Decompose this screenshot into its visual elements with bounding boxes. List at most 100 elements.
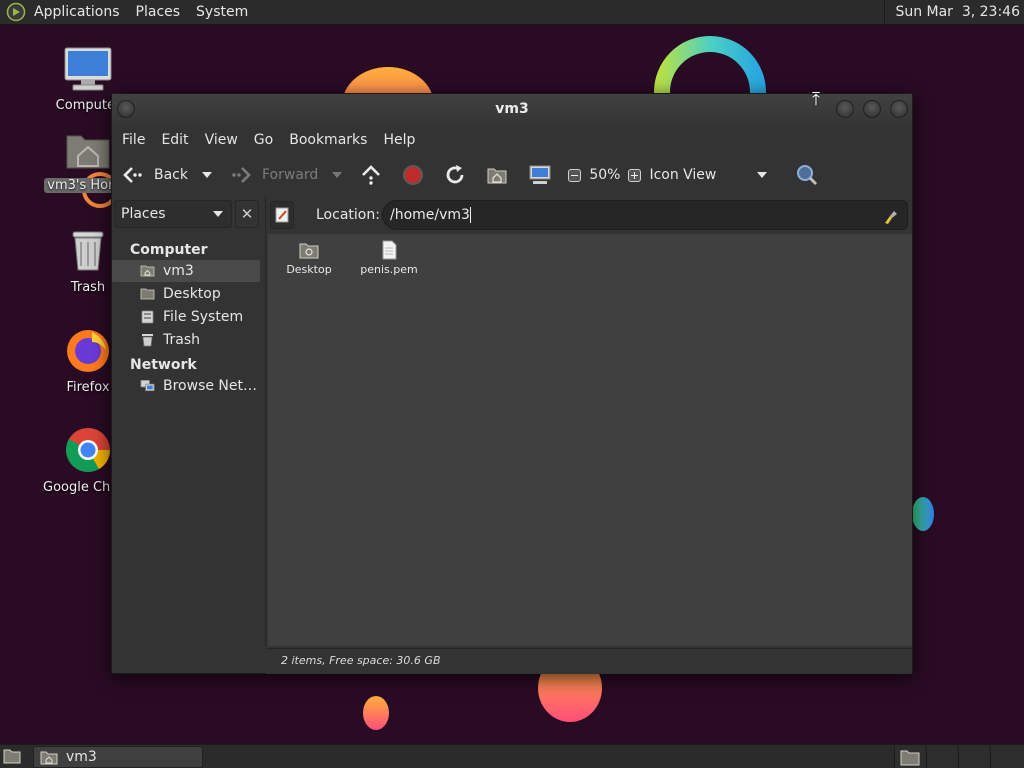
maximize-button[interactable] [863,100,881,118]
forward-label: Forward [262,167,319,183]
home-folder-icon [487,168,507,184]
menu-file[interactable]: File [114,132,153,148]
computer-icon [529,165,551,184]
sidebar-item-desktop[interactable]: Desktop [112,283,260,305]
sidebar-item-label: File System [163,309,244,325]
home-button[interactable] [482,154,512,196]
window-titlebar[interactable]: vm3 ⤒ [112,89,912,126]
file-item-label: Desktop [286,263,332,276]
network-icon [140,379,155,393]
system-menu[interactable]: System [188,0,256,25]
forward-arrow-icon [232,167,251,183]
desktop-icon-label: Trash [70,280,106,295]
stop-icon [403,165,424,185]
file-view[interactable]: Desktop penis.pem [268,234,912,646]
taskbar-item-vm3[interactable]: vm3 [33,746,203,768]
sidebar-item-label: vm3 [163,263,194,279]
firefox-icon [67,330,109,372]
sidebar-section-network: Network [130,357,197,373]
reload-icon [446,165,464,184]
workspace-2[interactable] [926,746,956,768]
edit-icon [275,207,289,223]
trash-applet[interactable] [894,746,924,768]
applications-menu[interactable]: Applications [26,0,128,25]
bottom-panel: vm3 [0,744,1024,768]
taskbar-item-label: vm3 [66,749,97,765]
menubar: File Edit View Go Bookmarks Help [112,126,912,154]
workspace-4[interactable] [990,746,1024,768]
toolbar: Back Forward 50% Icon View [112,154,912,196]
home-folder-icon [40,751,58,765]
folder-icon [299,243,319,259]
panel-clock[interactable]: Sun Mar 3, 23:46 [884,0,1024,25]
home-folder-icon [140,264,155,278]
close-sidebar-button[interactable]: ✕ [235,200,259,228]
search-button[interactable] [791,154,823,196]
up-arrow-icon [362,165,381,185]
sidebar-item-trash[interactable]: Trash [112,329,260,351]
back-arrow-icon [123,167,142,183]
chevron-down-icon [213,211,223,217]
trash-icon [140,333,155,347]
close-button[interactable] [890,100,908,118]
file-item-label: penis.pem [360,263,418,276]
location-label: Location: [316,207,380,223]
back-label: Back [154,167,188,183]
back-button[interactable]: Back [112,154,192,196]
menu-view[interactable]: View [197,132,246,148]
minimize-button[interactable] [836,100,854,118]
chrome-icon [66,428,110,472]
location-value: /home/vm3 [390,207,470,223]
search-icon [797,165,818,186]
menu-edit[interactable]: Edit [153,132,196,148]
back-history-dropdown[interactable] [192,154,222,196]
distro-logo-icon[interactable] [6,2,26,22]
workspace-3[interactable] [958,746,988,768]
forward-history-dropdown[interactable] [322,154,352,196]
location-input[interactable]: /home/vm3 [382,200,908,230]
sidebar-item-label: Browse Net… [163,378,258,394]
text-file-icon [382,240,397,260]
places-sidebar: Places ✕ Computer vm3 Desktop File Syste… [112,196,266,646]
cursor-icon: ⤒ [812,89,820,110]
zoom-level[interactable]: 50% [585,154,624,196]
computer-button[interactable] [524,154,556,196]
location-bar: Location: /home/vm3 [268,196,912,234]
file-manager-window: vm3 ⤒ File Edit View Go Bookmarks Help B… [111,89,913,674]
view-mode-select[interactable]: Icon View [645,154,777,196]
home-folder-icon [900,750,920,766]
folder-icon [140,287,155,301]
show-desktop-button[interactable] [2,747,24,767]
chevron-down-icon [332,172,343,178]
stop-button[interactable] [398,154,428,196]
zoom-out-button[interactable] [564,154,585,196]
status-bar: 2 items, Free space: 30.6 GB [266,648,912,674]
zoom-out-icon [568,168,582,182]
toggle-location-button[interactable] [270,201,294,229]
desktop-icon-label: Firefox [66,380,110,395]
clear-icon[interactable] [883,207,899,235]
menu-help[interactable]: Help [375,132,423,148]
sidebar-type-select[interactable]: Places [114,200,232,228]
chevron-down-icon [757,172,768,178]
window-title: vm3 [495,101,529,117]
reload-button[interactable] [440,154,470,196]
drive-icon [140,310,155,324]
zoom-in-button[interactable] [624,154,645,196]
forward-button[interactable]: Forward [226,154,322,196]
menu-go[interactable]: Go [246,132,281,148]
file-item-desktop[interactable]: Desktop [273,240,345,276]
computer-icon [64,47,112,91]
up-button[interactable] [356,154,386,196]
places-menu[interactable]: Places [128,0,189,25]
trash-icon [72,231,104,271]
sidebar-type-value: Places [121,206,166,222]
sidebar-item-file-system[interactable]: File System [112,306,260,328]
sidebar-item-browse-network[interactable]: Browse Net… [112,375,260,397]
file-item-penis-pem[interactable]: penis.pem [353,240,425,276]
menu-bookmarks[interactable]: Bookmarks [281,132,375,148]
text-caret [469,207,471,223]
show-desktop-icon [3,749,21,764]
sidebar-item-vm3[interactable]: vm3 [112,260,260,282]
sidebar-item-label: Desktop [163,286,221,302]
